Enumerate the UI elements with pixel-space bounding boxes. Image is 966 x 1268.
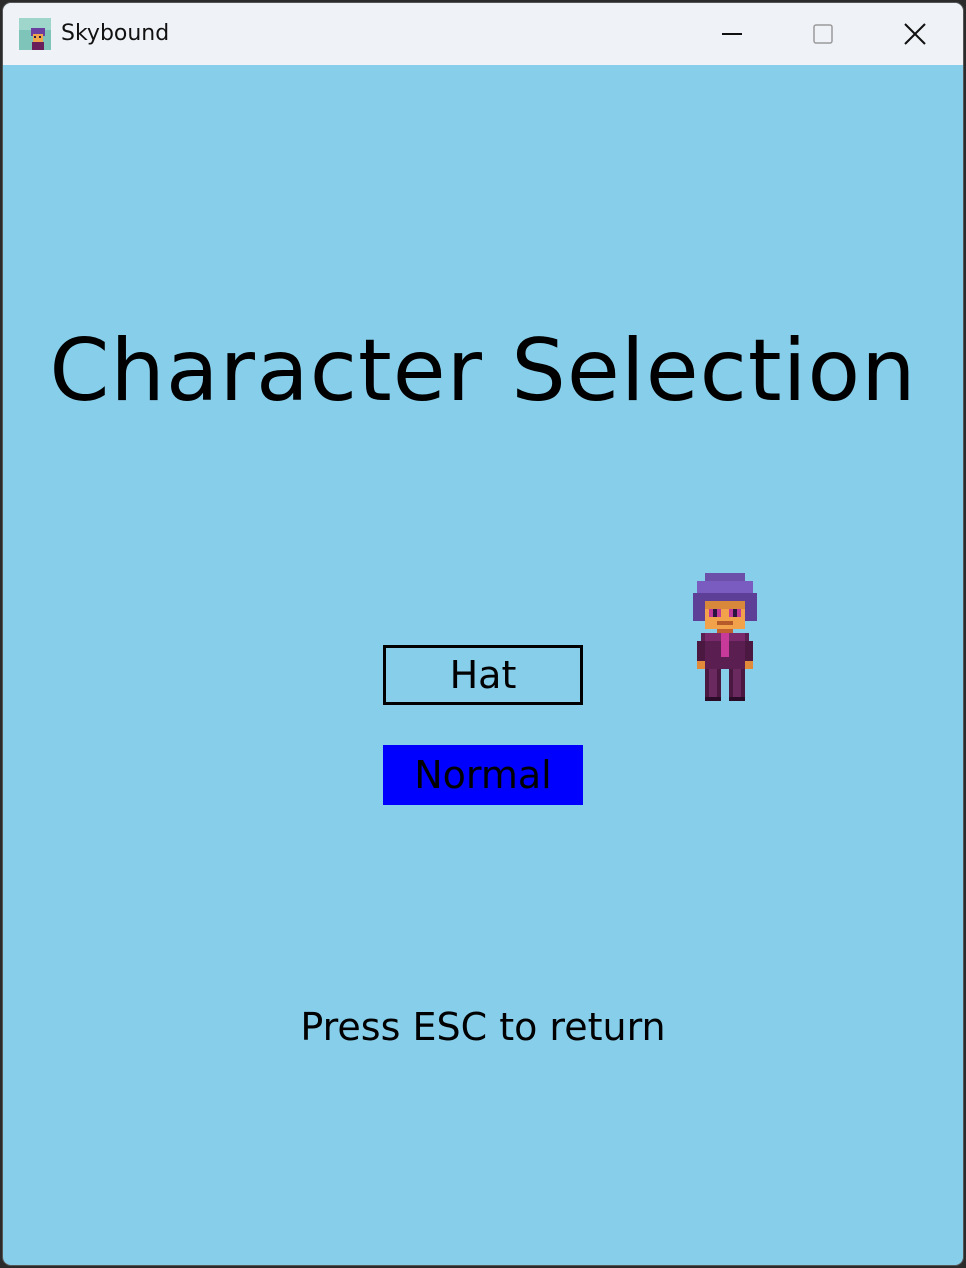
close-icon bbox=[904, 23, 926, 45]
window-title: Skybound bbox=[61, 21, 170, 46]
maximize-button[interactable] bbox=[777, 3, 869, 65]
character-sprite bbox=[693, 573, 757, 701]
page-title: Character Selection bbox=[49, 321, 917, 421]
minimize-button[interactable] bbox=[686, 3, 778, 65]
maximize-icon bbox=[813, 24, 833, 44]
hat-option-button[interactable]: Hat bbox=[383, 645, 583, 705]
title-bar[interactable]: Skybound bbox=[3, 3, 963, 65]
normal-option-button[interactable]: Normal bbox=[383, 745, 583, 805]
close-button[interactable] bbox=[869, 3, 961, 65]
character-portrait-icon bbox=[19, 18, 51, 50]
esc-return-hint: Press ESC to return bbox=[300, 1005, 666, 1049]
minimize-icon bbox=[722, 33, 742, 35]
game-window: Skybound Character Selection Hat Normal bbox=[3, 3, 963, 1265]
